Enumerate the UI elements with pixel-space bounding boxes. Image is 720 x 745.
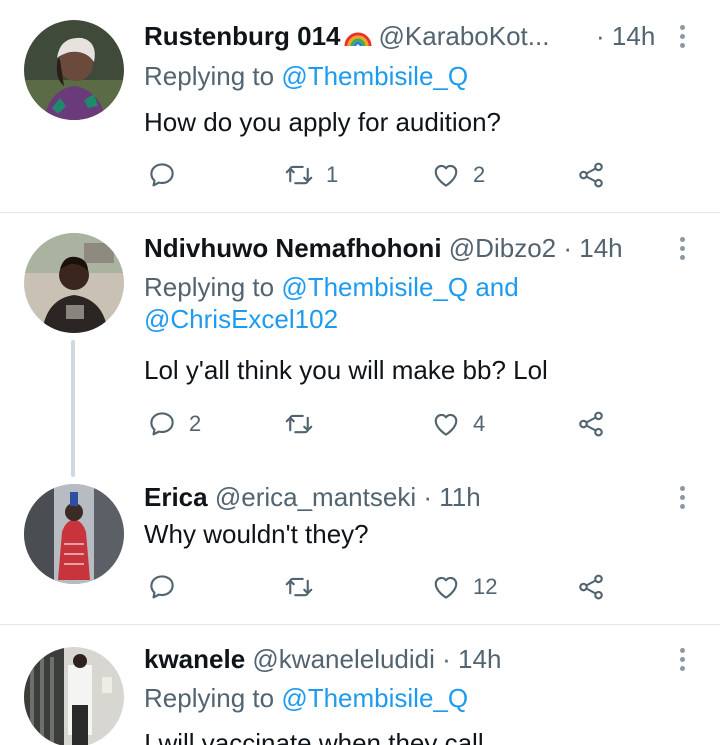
tweet-1[interactable]: Rustenburg 014 @KaraboKot... · 14h Replyi… (0, 0, 720, 212)
replying-to: Replying to @Thembisile_Q (144, 61, 469, 91)
reply-icon (147, 572, 177, 602)
heart-icon (431, 409, 461, 439)
reply-button[interactable] (147, 158, 177, 192)
share-button[interactable] (576, 407, 606, 441)
tweet-text: Why wouldn't they? (144, 519, 369, 549)
reply-count: 2 (189, 411, 202, 436)
heart-icon (431, 160, 461, 190)
thread-line (71, 340, 75, 477)
handle[interactable]: @Dibzo2 (449, 233, 556, 263)
timestamp[interactable]: 14h (458, 644, 501, 674)
mention-link[interactable]: @Thembisile_Q (281, 61, 468, 91)
tweet-header: Rustenburg 014 @KaraboKot... (144, 18, 660, 54)
tweet-header: Erica @erica_mantseki · 11h (144, 482, 481, 512)
tweet-4[interactable]: kwanele @kwaneleludidi · 14h Replying to… (0, 625, 720, 745)
display-name[interactable]: Ndivhuwo Nemafhohoni (144, 233, 442, 263)
like-count: 12 (473, 574, 498, 599)
display-name[interactable]: Erica (144, 482, 208, 512)
like-count: 4 (473, 411, 486, 436)
handle[interactable]: @KaraboKot... (379, 21, 550, 51)
tweet-header: kwanele @kwaneleludidi · 14h (144, 644, 502, 674)
retweet-button[interactable] (284, 407, 314, 441)
display-name[interactable]: kwanele (144, 644, 245, 674)
reply-icon (147, 409, 177, 439)
share-icon (576, 160, 606, 190)
avatar[interactable] (24, 20, 124, 120)
share-button[interactable] (576, 158, 606, 192)
more-vertical-icon[interactable] (672, 234, 692, 262)
tweet-text: Lol y'all think you will make bb? Lol (144, 355, 548, 385)
more-vertical-icon[interactable] (672, 645, 692, 673)
like-button[interactable]: 4 (431, 407, 485, 441)
handle[interactable]: @erica_mantseki (215, 482, 416, 512)
share-icon (576, 409, 606, 439)
timestamp[interactable]: 14h (612, 21, 655, 51)
mention-link[interactable]: @ChrisExcel102 (144, 304, 338, 334)
reply-button[interactable] (147, 570, 177, 604)
retweet-count: 1 (326, 162, 339, 187)
more-vertical-icon[interactable] (672, 483, 692, 511)
tweet-text: I will vaccinate when they call (144, 728, 484, 745)
retweet-icon (284, 160, 314, 190)
tweet-text: How do you apply for audition? (144, 107, 502, 137)
display-name[interactable]: Rustenburg 014 (144, 21, 341, 51)
reply-button[interactable]: 2 (147, 407, 201, 441)
retweet-button[interactable] (284, 570, 314, 604)
replying-to: Replying to @Thembisile_Q and @ChrisExce… (144, 272, 519, 334)
tweet-time: · 14h (596, 21, 656, 51)
like-button[interactable]: 12 (431, 570, 497, 604)
heart-icon (431, 572, 461, 602)
replying-to: Replying to @Thembisile_Q (144, 683, 469, 713)
timestamp[interactable]: 11h (439, 482, 480, 512)
reply-icon (147, 160, 177, 190)
handle[interactable]: @kwaneleludidi (252, 644, 435, 674)
retweet-icon (284, 409, 314, 439)
rainbow-emoji (343, 21, 373, 54)
mention-link[interactable]: @Thembisile_Q (281, 683, 468, 713)
avatar[interactable] (24, 233, 124, 333)
retweet-icon (284, 572, 314, 602)
like-button[interactable]: 2 (431, 158, 485, 192)
retweet-button[interactable]: 1 (284, 158, 338, 192)
avatar[interactable] (24, 484, 124, 584)
tweet-3[interactable]: Erica @erica_mantseki · 11h Why wouldn't… (0, 476, 720, 624)
tweet-2[interactable]: Ndivhuwo Nemafhohoni @Dibzo2 · 14h Reply… (0, 213, 720, 477)
tweet-header: Ndivhuwo Nemafhohoni @Dibzo2 · 14h (144, 233, 623, 263)
avatar[interactable] (24, 647, 124, 745)
more-vertical-icon[interactable] (672, 22, 692, 50)
mention-link[interactable]: @Thembisile_Q (281, 272, 468, 302)
like-count: 2 (473, 162, 486, 187)
share-button[interactable] (576, 570, 606, 604)
timestamp[interactable]: 14h (579, 233, 622, 263)
share-icon (576, 572, 606, 602)
